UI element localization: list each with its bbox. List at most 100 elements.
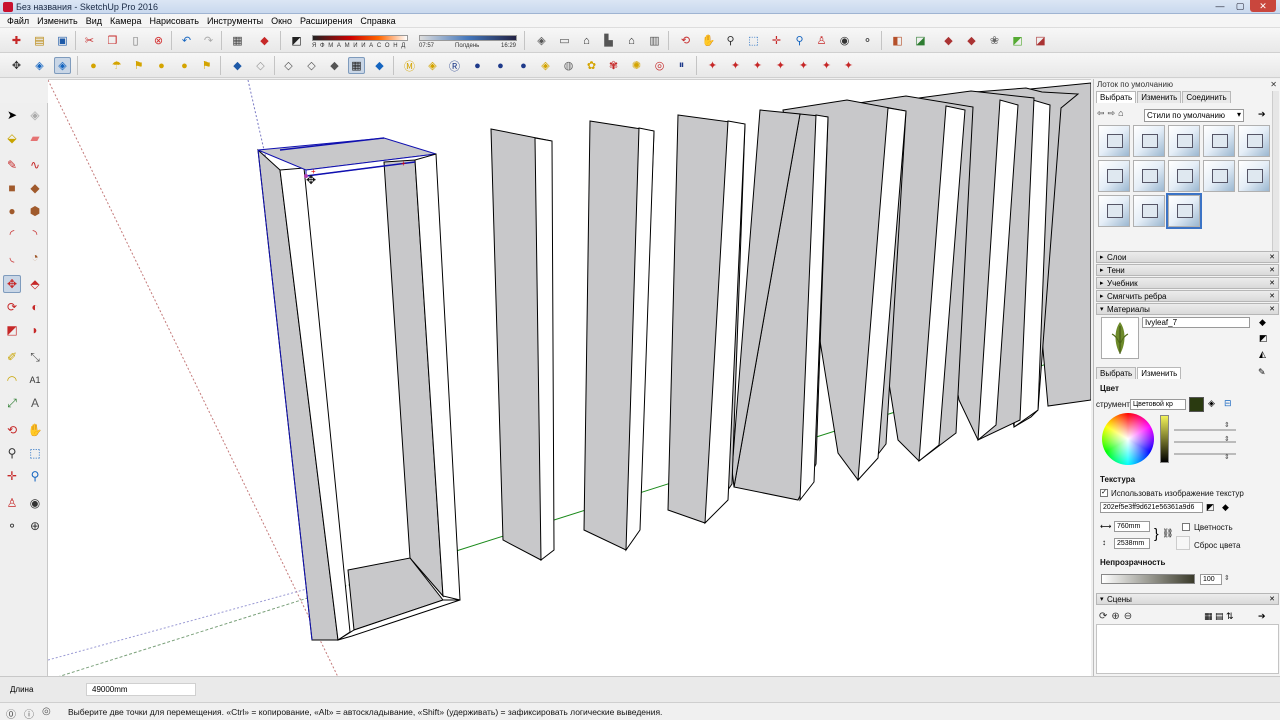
solid-subtract-icon[interactable]: ✦	[727, 57, 744, 74]
look-around-icon[interactable]: ◉	[836, 32, 853, 49]
tray-close-icon[interactable]: ✕	[1270, 80, 1277, 89]
position-camera-icon[interactable]: ♙	[813, 32, 830, 49]
month-slider[interactable]	[312, 35, 408, 41]
pie-icon[interactable]: ◔	[26, 248, 44, 266]
color-picker-dropdown[interactable]: Цветовой кр	[1130, 399, 1186, 410]
smoove-icon[interactable]: ●	[153, 57, 170, 74]
axes-tool-icon[interactable]: ⤢	[3, 394, 21, 412]
share-model-icon[interactable]: ◆	[963, 32, 980, 49]
solid-split-icon[interactable]: ✦	[795, 57, 812, 74]
sandbox-icon[interactable]: ⚑	[130, 57, 147, 74]
shadows-toggle-icon[interactable]: ◩	[288, 32, 305, 49]
forward-arrow-icon[interactable]: ⇨	[1108, 108, 1116, 119]
move-tool-icon[interactable]: ✥	[3, 275, 21, 293]
panel-instructor[interactable]: ▸ Учебник ✕	[1096, 277, 1279, 289]
geo-location-icon[interactable]: ⓪	[6, 706, 16, 720]
3d-text-icon[interactable]: A	[26, 394, 44, 412]
panel-shadows[interactable]: ▸ Тени ✕	[1096, 264, 1279, 276]
wireframe-icon[interactable]: ◇	[280, 57, 297, 74]
menu-tools[interactable]: Инструменты	[203, 16, 267, 26]
reset-color-swatch[interactable]	[1176, 536, 1190, 550]
move-active-icon[interactable]: ◈	[54, 57, 71, 74]
xray-icon[interactable]: ◆	[229, 57, 246, 74]
hue-slider[interactable]	[1174, 429, 1236, 431]
menu-file[interactable]: Файл	[3, 16, 33, 26]
eyedropper-icon[interactable]: ✎	[1258, 367, 1266, 378]
tab-mix[interactable]: Соединить	[1182, 91, 1231, 103]
menu-draw[interactable]: Нарисовать	[146, 16, 203, 26]
look-around-tool-icon[interactable]: ◉	[26, 494, 44, 512]
materials-tab-select[interactable]: Выбрать	[1096, 367, 1137, 379]
section-tool-icon[interactable]: ⊕	[26, 517, 44, 535]
extension-warehouse-icon[interactable]: ❀	[986, 32, 1003, 49]
time-slider[interactable]	[419, 35, 517, 41]
zoom-window-icon[interactable]: ⬚	[745, 32, 762, 49]
style-thumb[interactable]	[1133, 125, 1165, 157]
component-icon[interactable]: ◈	[26, 106, 44, 124]
protractor-icon[interactable]: ◠	[3, 371, 21, 389]
panel-layers[interactable]: ▸ Слои ✕	[1096, 251, 1279, 263]
section-display-icon[interactable]: ◪	[912, 32, 929, 49]
color-swatch[interactable]	[1189, 397, 1204, 412]
menu-view[interactable]: Вид	[82, 16, 106, 26]
three-point-arc-icon[interactable]: ◟	[3, 248, 21, 266]
axes-icon[interactable]: ✥	[8, 57, 25, 74]
panel-materials[interactable]: ▾ Материалы ✕	[1096, 303, 1279, 315]
rt-tool-icon[interactable]: ●	[469, 57, 486, 74]
style-thumb-selected[interactable]	[1166, 193, 1202, 229]
style-thumb[interactable]	[1168, 160, 1200, 192]
drawing-viewport[interactable]: ✥ + +	[48, 79, 1091, 676]
plant-icon[interactable]: ✿	[583, 57, 600, 74]
sphere-icon[interactable]: ◍	[560, 57, 577, 74]
walk-tool-icon[interactable]: ⚬	[3, 517, 21, 535]
panel-scenes[interactable]: ▾ Сцены ✕	[1096, 593, 1279, 605]
left-view-icon[interactable]: ▥	[646, 32, 663, 49]
panel-5[interactable]	[731, 109, 829, 502]
style-builder-icon[interactable]: ◪	[1032, 32, 1049, 49]
shaded-icon[interactable]: ◆	[326, 57, 343, 74]
texture-file-field[interactable]: 202ef5e3ff9d621e56361a9d6	[1100, 502, 1203, 513]
menu-window[interactable]: Окно	[267, 16, 296, 26]
dimension-tool-icon[interactable]: ⤡	[26, 348, 44, 366]
monochrome-icon[interactable]: ◆	[371, 57, 388, 74]
create-material-icon[interactable]: ◆	[1259, 317, 1266, 328]
solid-trim-icon[interactable]: ✦	[772, 57, 789, 74]
a-tool-icon[interactable]: ●	[515, 57, 532, 74]
tab-select[interactable]: Выбрать	[1096, 91, 1137, 103]
polygon-icon[interactable]: ⬢	[26, 202, 44, 220]
solid-outer-icon[interactable]: ✦	[818, 57, 835, 74]
opacity-spinner-icon[interactable]: ⇕	[1224, 574, 1230, 582]
scene-details-icon[interactable]: ➔	[1258, 611, 1266, 622]
texture-height-field[interactable]: 2538mm	[1114, 538, 1150, 549]
warehouse-icon[interactable]: ◆	[940, 32, 957, 49]
credits-icon[interactable]: ⓘ	[24, 706, 34, 720]
style-thumb[interactable]	[1203, 160, 1235, 192]
tag-icon[interactable]: ◈	[424, 57, 441, 74]
opacity-field[interactable]: 100	[1200, 574, 1222, 585]
style-thumb[interactable]	[1238, 125, 1270, 157]
orbit-tool-icon[interactable]: ⟲	[3, 421, 21, 439]
two-point-arc-icon[interactable]: ◝	[26, 225, 44, 243]
reset-color-label[interactable]: Сброс цвета	[1194, 541, 1240, 550]
spinner-icon[interactable]: ⇕	[1224, 453, 1230, 461]
pause-icon[interactable]: ⏸	[673, 57, 690, 74]
value-slider[interactable]	[1160, 415, 1169, 463]
scene-view-icons[interactable]: ▦ ▤ ⇅	[1204, 611, 1234, 622]
remove-scene-icon[interactable]: ⊖	[1124, 611, 1132, 622]
cut-icon[interactable]: ✂	[81, 32, 98, 49]
style-thumb[interactable]	[1203, 125, 1235, 157]
maximize-button[interactable]: ▢	[1230, 0, 1250, 12]
style-thumb[interactable]	[1133, 160, 1165, 192]
erase-icon[interactable]: ⊗	[150, 32, 167, 49]
style-thumb[interactable]	[1098, 195, 1130, 227]
panel-soften-edges[interactable]: ▸ Смягчить ребра ✕	[1096, 290, 1279, 302]
text-tool-icon[interactable]: A1	[26, 371, 44, 389]
scenes-list[interactable]	[1096, 624, 1279, 674]
tape-measure-icon[interactable]: ✐	[3, 348, 21, 366]
undo-icon[interactable]: ↶	[178, 32, 195, 49]
paint-icon[interactable]: ✾	[605, 57, 622, 74]
select-arrow-icon[interactable]: ➤	[3, 106, 21, 124]
home-icon[interactable]: ⌂	[1118, 108, 1123, 119]
styles-dropdown[interactable]: Стили по умолчанию	[1144, 109, 1244, 122]
shaded-textures-icon[interactable]: ▦	[348, 57, 365, 74]
